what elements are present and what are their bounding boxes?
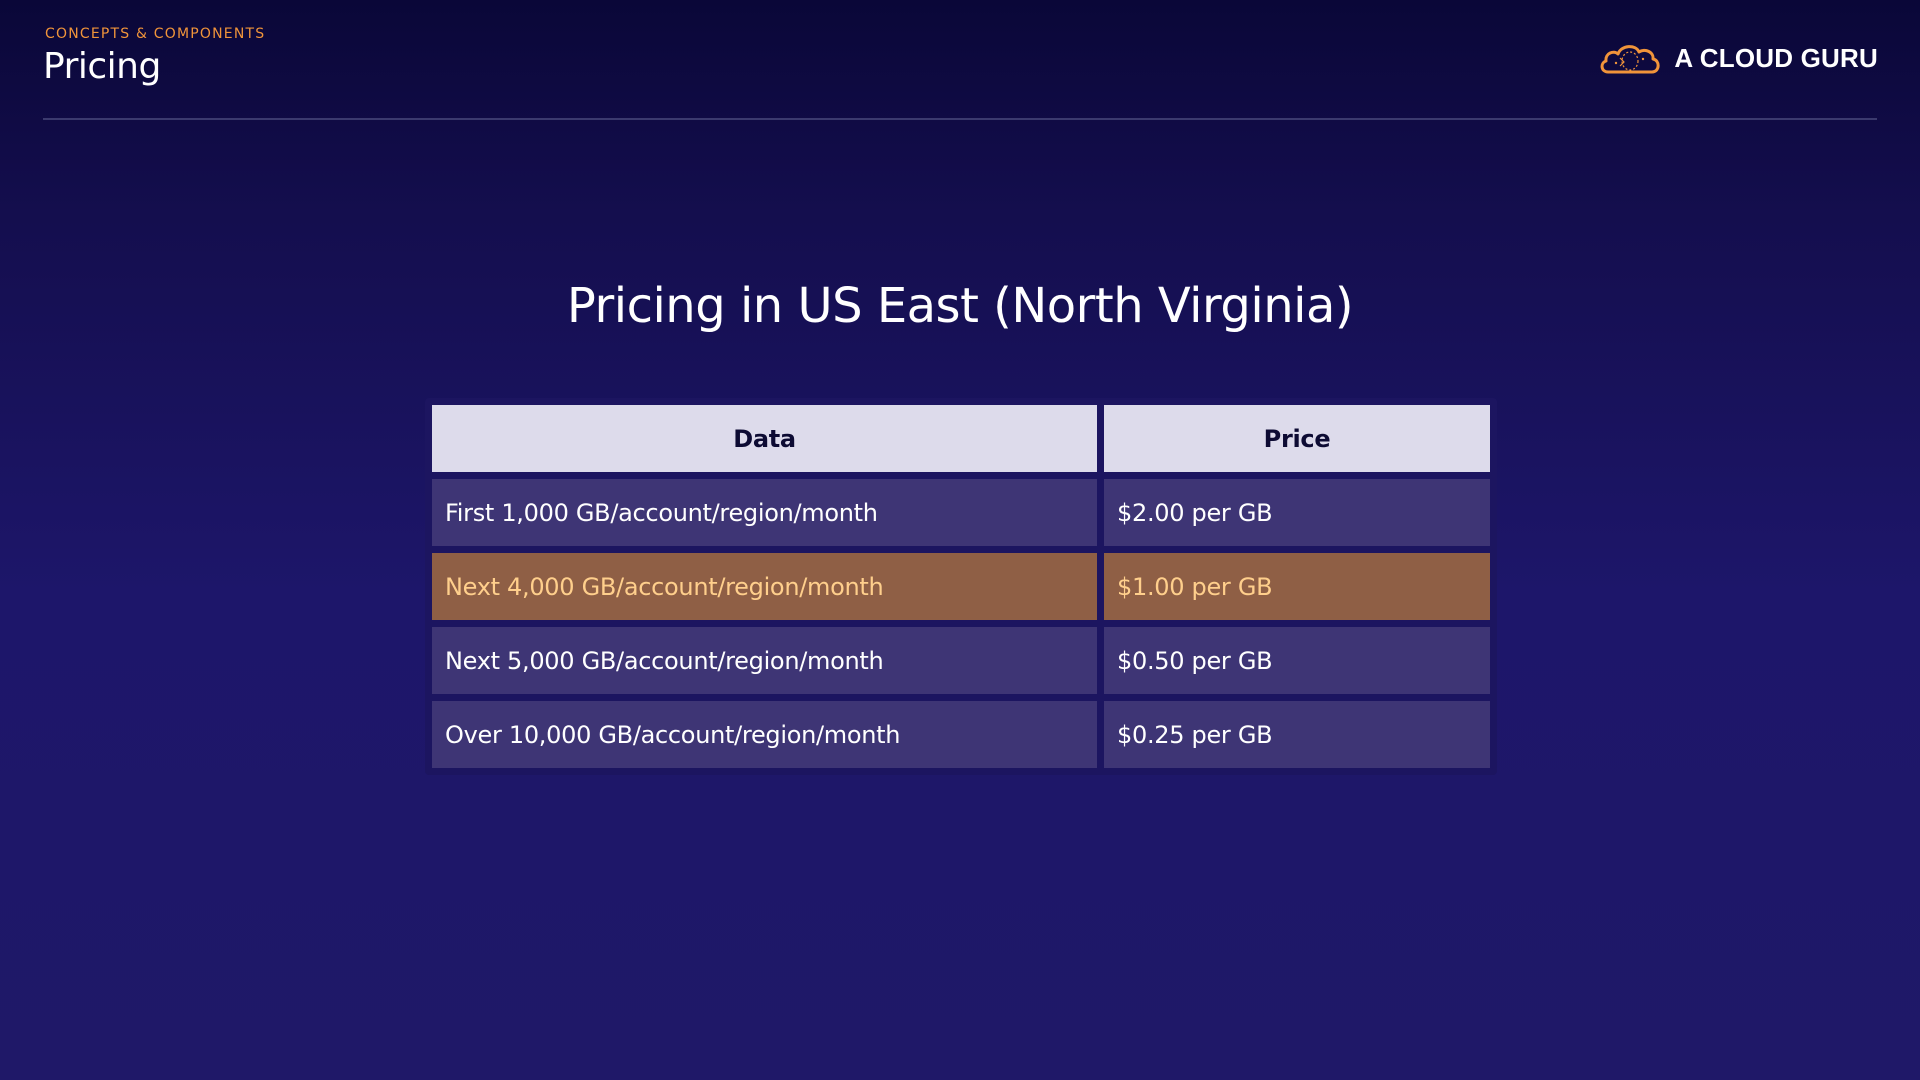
table-header-row: Data Price [432,405,1490,472]
table-row-highlighted: Next 4,000 GB/account/region/month $1.00… [432,553,1490,620]
table-row: First 1,000 GB/account/region/month $2.0… [432,479,1490,546]
pricing-table: Data Price First 1,000 GB/account/region… [425,398,1497,775]
header-divider [43,118,1877,120]
table-row: Over 10,000 GB/account/region/month $0.2… [432,701,1490,768]
brand: A CLOUD GURU [1598,38,1878,78]
slide: CONCEPTS & COMPONENTS Pricing A CLOUD GU… [0,0,1920,1080]
table-cell-price: $2.00 per GB [1104,479,1490,546]
table-cell-data: Next 5,000 GB/account/region/month [432,627,1097,694]
table-cell-data: Over 10,000 GB/account/region/month [432,701,1097,768]
brand-name: A CLOUD GURU [1674,42,1878,73]
table-cell-price: $0.50 per GB [1104,627,1490,694]
table-cell-price: $1.00 per GB [1104,553,1490,620]
table-header-price: Price [1104,405,1490,472]
table-header-data: Data [432,405,1097,472]
table-row: Next 5,000 GB/account/region/month $0.50… [432,627,1490,694]
content-title: Pricing in US East (North Virginia) [566,278,1354,334]
section-label: CONCEPTS & COMPONENTS [45,26,266,42]
cloud-logo-icon [1600,45,1660,74]
table-cell-price: $0.25 per GB [1104,701,1490,768]
table-cell-data: First 1,000 GB/account/region/month [432,479,1097,546]
table-cell-data: Next 4,000 GB/account/region/month [432,553,1097,620]
page-title: Pricing [43,46,161,87]
